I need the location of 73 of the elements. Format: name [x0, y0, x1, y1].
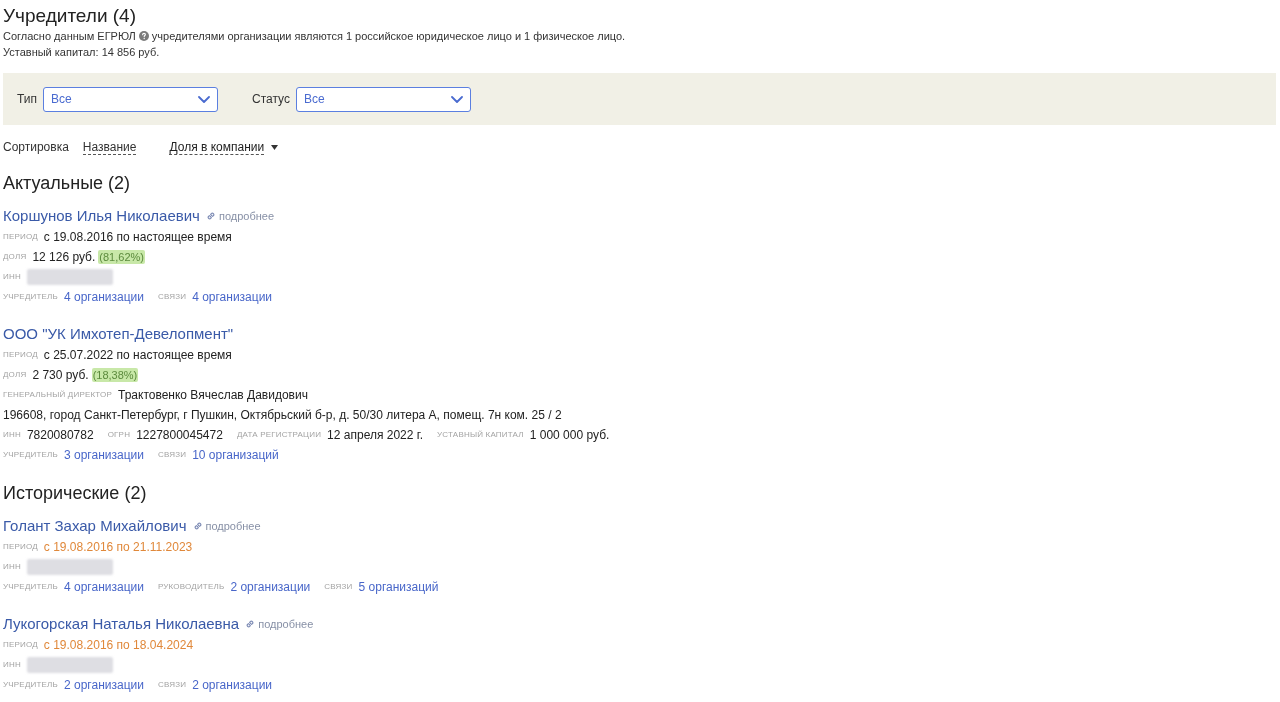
- note-text: учредителями организации являются 1 российское юридическое лицо и 1 физическое лицо.: [151, 29, 626, 44]
- organizations-link[interactable]: 2 организации: [64, 676, 144, 694]
- field-label: ОГРН: [107, 429, 131, 441]
- field-label: УЧРЕДИТЕЛЬ: [3, 449, 58, 461]
- period-value: с 25.07.2022 по настоящее время: [43, 347, 232, 364]
- field-label: СВЯЗИ: [157, 291, 187, 303]
- details-link[interactable]: подробнее: [205, 207, 275, 225]
- note-text: Согласно данным ЕГРЮЛ: [3, 29, 136, 44]
- organizations-link[interactable]: 4 организации: [64, 578, 144, 596]
- share-value: 12 126 руб.: [32, 249, 96, 266]
- organizations-link[interactable]: 10 организаций: [192, 446, 279, 464]
- field-label: ПЕРИОД: [3, 541, 38, 553]
- section-heading: Актуальные (2): [3, 172, 131, 195]
- field-label: ИНН: [3, 659, 21, 671]
- chevron-down-icon: [450, 95, 463, 103]
- organizations-link[interactable]: 2 организации: [192, 676, 273, 694]
- field-label: ДОЛЯ: [3, 369, 27, 381]
- link-icon: [192, 521, 203, 531]
- field-label: ПЕРИОД: [3, 349, 38, 361]
- filter-select[interactable]: Все: [295, 86, 471, 112]
- field-label: ИНН: [3, 271, 21, 283]
- details-link[interactable]: подробнее: [245, 615, 314, 633]
- founder-name-link[interactable]: Лукогорская Наталья Николаевна: [3, 612, 240, 636]
- caret-down-icon: [271, 144, 279, 150]
- page-title: Учредители (4): [3, 4, 136, 28]
- field-label: ИНН: [3, 561, 21, 573]
- field-value: 12 апреля 2022 г.: [327, 427, 424, 444]
- field-label: УЧРЕДИТЕЛЬ: [3, 581, 58, 593]
- details-link[interactable]: подробнее: [192, 517, 261, 535]
- section-heading: Исторические (2): [3, 482, 147, 505]
- field-label: УЧРЕДИТЕЛЬ: [3, 679, 58, 691]
- field-label: СВЯЗИ: [324, 581, 353, 593]
- field-label: СВЯЗИ: [157, 449, 187, 461]
- organizations-link[interactable]: 2 организации: [230, 578, 311, 596]
- founder-name-link[interactable]: Коршунов Илья Николаевич: [3, 204, 200, 228]
- organizations-link[interactable]: 4 организации: [192, 288, 273, 306]
- sort-option[interactable]: Доля в компании: [169, 139, 279, 155]
- share-percent: (18,38%): [91, 368, 139, 382]
- link-icon: [245, 619, 256, 629]
- field-label: ДАТА РЕГИСТРАЦИИ: [236, 429, 322, 441]
- period-value: с 19.08.2016 по 18.04.2024: [43, 637, 194, 654]
- filter-select[interactable]: Все: [43, 86, 218, 112]
- period-value: с 19.08.2016 по 21.11.2023: [43, 539, 193, 556]
- address-text: 196608, город Санкт-Петербург, г Пушкин, Октябрьский б-р, д. 50/30 литера А, помещ. 7н ком. 25 / 2: [3, 407, 562, 424]
- field-label: ПЕРИОД: [3, 639, 38, 651]
- filter-label: Статус: [252, 91, 290, 108]
- field-label: СВЯЗИ: [157, 679, 187, 691]
- field-value: 1 000 000 руб.: [529, 427, 610, 444]
- field-value: Трактовенко Вячеслав Давидович: [118, 387, 308, 404]
- field-label: УЧРЕДИТЕЛЬ: [3, 291, 58, 303]
- period-value: с 19.08.2016 по настоящее время: [43, 229, 232, 246]
- sort-label: Сортировка: [3, 139, 69, 156]
- help-icon: [138, 31, 149, 41]
- field-label: РУКОВОДИТЕЛЬ: [157, 581, 225, 593]
- capital-text: Уставный капитал: 14 856 руб.: [3, 46, 160, 58]
- link-icon: [205, 211, 216, 221]
- organizations-link[interactable]: 3 организации: [64, 446, 144, 464]
- share-value: 2 730 руб.: [32, 367, 89, 384]
- founder-name-link[interactable]: Голант Захар Михайлович: [3, 514, 187, 538]
- field-label: ПЕРИОД: [3, 231, 38, 243]
- field-label: ГЕНЕРАЛЬНЫЙ ДИРЕКТОР: [3, 389, 112, 401]
- filter-label: Тип: [17, 91, 37, 108]
- sort-option[interactable]: Название: [82, 139, 137, 155]
- field-value: 1227800045472: [136, 427, 223, 444]
- field-label: ДОЛЯ: [3, 251, 27, 263]
- field-label: ИНН: [3, 429, 21, 441]
- organizations-link[interactable]: 5 организаций: [358, 578, 439, 596]
- founder-name-link[interactable]: ООО "УК Имхотеп-Девелопмент": [3, 322, 234, 346]
- organizations-link[interactable]: 4 организации: [64, 288, 144, 306]
- field-value: 7820080782: [26, 427, 94, 444]
- field-label: УСТАВНЫЙ КАПИТАЛ: [437, 429, 524, 441]
- chevron-down-icon: [198, 95, 210, 103]
- share-percent: (81,62%): [98, 250, 145, 264]
